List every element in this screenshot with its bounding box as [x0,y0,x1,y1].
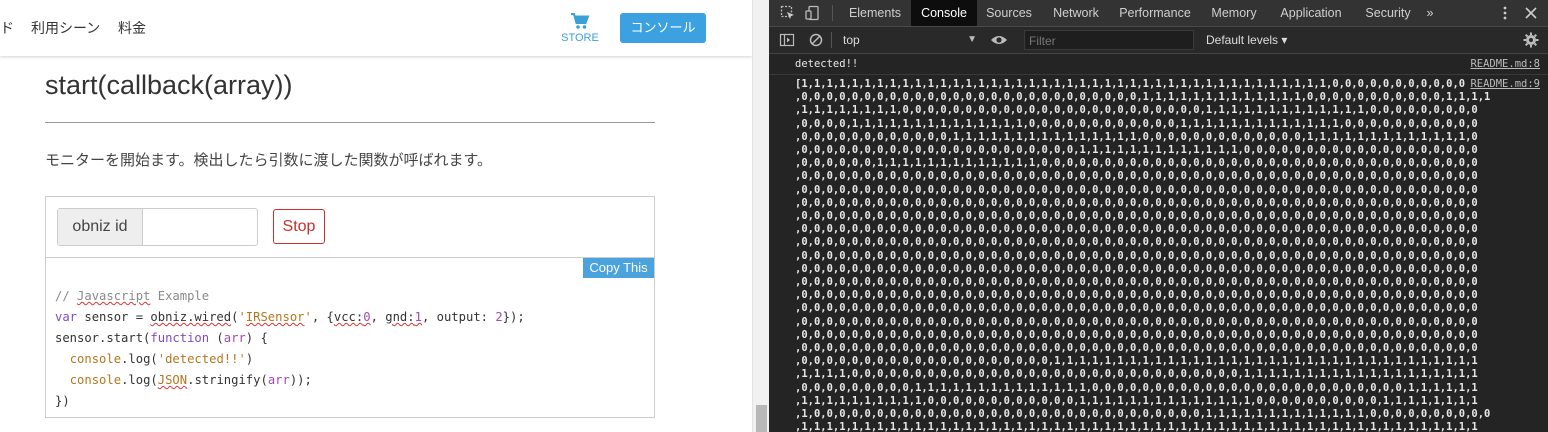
more-tabs-button[interactable]: » [1421,0,1439,26]
eye-icon[interactable] [990,32,1008,48]
inspect-element-icon[interactable] [780,5,796,21]
console-array-line: ,0,0,0,0,0,0,0,0,0,0,0,0,1,1,1,1,1,1,1,1… [795,130,1478,143]
toolbar-divider [832,5,833,21]
code-line: console.log(JSON.stringify(arr)); [69,373,312,387]
tab-console[interactable]: Console [911,0,977,26]
console-array-line: ,1,1,1,1,1,1,1,1,1,1,0,0,0,0,0,0,0,0,0,0… [795,394,1478,407]
kebab-menu-icon[interactable] [1497,5,1513,21]
page-scrollbar-thumb[interactable] [756,405,767,432]
console-array-line: ,0,0,0,0,0,0,0,0,0,0,0,0,0,0,0,0,0,0,0,0… [795,289,1478,302]
toolbar-divider-2 [831,32,832,48]
nav-link-pricing[interactable]: 料金 [118,18,146,38]
sidebar-toggle-icon[interactable] [779,32,795,48]
tab-sources[interactable]: Sources [979,0,1039,26]
log-levels-dropdown[interactable]: Default levels ▾ [1206,30,1287,50]
chevron-down-icon: ▼ [967,34,977,45]
console-array-line: ,0,0,0,0,0,0,0,0,0,0,0,0,0,0,0,0,0,0,0,0… [795,249,1478,262]
console-source-link[interactable]: README.md:9 [1470,78,1540,90]
console-array-line: ,0,0,0,0,0,0,0,0,0,0,0,0,0,0,0,0,0,0,0,0… [795,210,1478,223]
heading-divider [45,122,655,123]
code-line: sensor.start(function (arr) { [55,331,268,345]
tab-performance[interactable]: Performance [1115,0,1195,26]
nav-link-usecases[interactable]: 利用シーン [31,18,100,38]
clear-console-icon[interactable] [808,32,824,48]
console-array-line: ,1,0,0,0,0,0,0,0,0,0,0,0,0,0,0,0,0,0,0,0… [795,408,1491,421]
console-message-text: detected!! [795,58,859,70]
copy-this-button[interactable]: Copy This [583,258,654,278]
console-source-link[interactable]: README.md:8 [1470,58,1540,70]
console-array-line: ,1,1,1,1,0,0,0,0,0,0,0,0,0,0,0,0,0,0,0,0… [795,368,1478,381]
console-toolbar: top ▼ Filter Default levels ▾ [769,27,1548,54]
store-label: STORE [561,32,599,44]
console-array-line: ,0,0,0,0,0,0,0,0,0,0,0,0,0,0,0,0,0,0,0,0… [795,342,1478,355]
code-line: console.log('detected!!') [69,352,254,366]
console-array-line: ,0,0,0,0,0,0,0,0,0,0,0,0,0,0,0,0,0,0,0,0… [795,302,1478,315]
console-array-line: ,0,0,0,0,0,0,1,1,1,1,1,1,1,1,1,1,1,1,1,0… [795,157,1478,170]
console-array-output: [1,1,1,1,1,1,1,1,1,1,1,1,1,1,1,1,1,1,1,1… [795,78,1523,432]
cart-icon [571,13,590,29]
tab-network[interactable]: Network [1045,0,1107,26]
console-array-line: ,0,0,0,0,0,0,0,0,0,0,0,0,0,0,0,0,0,0,0,0… [795,223,1478,236]
store-link[interactable]: STORE [556,12,604,44]
console-message: [1,1,1,1,1,1,1,1,1,1,1,1,1,1,1,1,1,1,1,1… [769,75,1548,432]
console-array-line: ,0,0,0,0,0,0,0,0,0,0,0,0,0,0,0,0,0,0,0,0… [795,355,1478,368]
nav-link-1[interactable]: ド [0,18,14,38]
stop-button[interactable]: Stop [273,209,325,244]
tab-memory[interactable]: Memory [1204,0,1264,26]
console-array-line: ,0,0,0,0,0,0,0,0,0,0,0,0,0,0,0,0,0,0,0,0… [795,315,1478,328]
obniz-id-input[interactable] [144,211,256,243]
code-line: // Javascript Example [55,289,210,303]
obniz-id-input-group: obniz id [57,208,258,246]
console-array-line: ,0,0,0,0,0,0,0,0,0,0,0,0,0,0,0,0,0,0,0,0… [795,91,1491,104]
gear-icon[interactable] [1523,32,1539,48]
console-array-line: [1,1,1,1,1,1,1,1,1,1,1,1,1,1,1,1,1,1,1,1… [795,78,1466,90]
obniz-id-addon: obniz id [58,209,143,245]
console-array-line: ,0,0,0,0,0,0,0,0,0,1,1,1,1,1,1,1,1,1,1,1… [795,381,1478,394]
code-example: Copy This // Javascript Example var senso… [46,257,654,418]
code-block: // Javascript Example var sensor = obniz.… [55,286,525,412]
devtools-tabbar: Elements Console Sources Network Perform… [769,0,1548,27]
code-line: }) [55,394,70,408]
console-array-line: ,0,0,0,0,0,0,0,0,0,0,0,0,0,0,0,0,0,0,0,0… [795,236,1478,249]
devtools-panel: Elements Console Sources Network Perform… [769,0,1548,432]
tab-elements[interactable]: Elements [841,0,909,26]
console-array-line: ,0,0,0,0,1,1,1,1,1,1,1,1,1,1,1,1,1,1,0,0… [795,117,1478,130]
filter-input[interactable]: Filter [1024,30,1194,50]
context-value: top [843,33,860,47]
console-button[interactable]: コンソール [620,13,706,43]
console-array-line: ,0,0,0,0,0,0,0,0,0,0,0,0,0,0,0,0,0,0,0,0… [795,276,1478,289]
close-icon[interactable] [1523,5,1539,21]
code-line: var sensor = obniz.wired('IRSensor', {vc… [55,310,525,324]
top-navbar: ド 利用シーン 料金 STORE コンソール [0,0,752,56]
context-selector[interactable]: top ▼ [835,30,983,50]
section-heading: start(callback(array)) [45,70,293,100]
console-array-line: ,1,1,1,1,1,1,1,1,0,0,0,0,0,0,0,0,0,0,0,0… [795,104,1478,117]
device-toolbar-icon[interactable] [805,5,821,21]
console-array-line: ,0,0,0,0,0,0,0,0,0,0,0,0,0,0,0,0,0,0,0,0… [795,262,1478,275]
section-description: モニターを開始ます。検出したら引数に渡した関数が呼ばれます。 [45,152,493,169]
console-array-line: ,0,0,0,0,0,0,0,0,0,0,0,0,0,0,0,0,0,0,0,0… [795,328,1478,341]
console-message: detected!! README.md:8 [769,54,1548,75]
console-array-line: ,0,0,0,0,0,0,0,0,0,0,0,0,0,0,0,0,0,0,0,0… [795,183,1478,196]
console-array-line: ,1,1,1,1,1,1,1,1,1,1,1,1,1,1,1,1,1,1,1,1… [795,421,1478,432]
console-array-line: ,0,0,0,0,0,0,0,0,0,0,0,0,0,0,0,0,0,0,0,0… [795,144,1478,157]
example-box: obniz id Stop Copy This // Javascript Ex… [45,196,655,418]
tab-application[interactable]: Application [1272,0,1350,26]
docs-page: ド 利用シーン 料金 STORE コンソール start(callback(ar… [0,0,752,432]
tab-security[interactable]: Security [1358,0,1418,26]
console-array-line: ,0,0,0,0,0,0,0,0,0,0,0,0,0,0,0,0,0,0,0,0… [795,196,1478,209]
console-array-line: ,0,0,0,0,0,0,0,0,0,0,0,0,0,0,0,0,0,0,0,0… [795,170,1478,183]
page-scrollbar[interactable] [752,0,770,432]
